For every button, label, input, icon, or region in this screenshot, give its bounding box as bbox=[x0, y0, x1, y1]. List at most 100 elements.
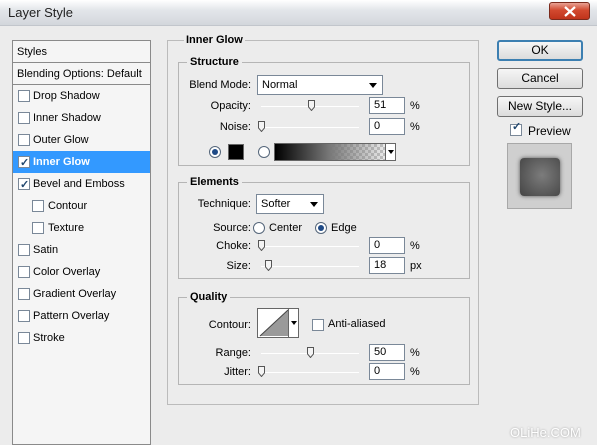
technique-value: Softer bbox=[261, 198, 291, 210]
size-unit: px bbox=[410, 260, 422, 272]
gradient-radio[interactable] bbox=[258, 146, 270, 158]
jitter-slider-handle[interactable] bbox=[258, 366, 265, 377]
opacity-input[interactable]: 51 bbox=[369, 97, 405, 114]
style-checkbox[interactable] bbox=[18, 332, 30, 344]
style-item-satin[interactable]: Satin bbox=[13, 239, 150, 261]
source-center-label: Center bbox=[269, 222, 303, 234]
style-item-contour[interactable]: Contour bbox=[13, 195, 150, 217]
style-item-label: Contour bbox=[48, 200, 88, 212]
style-item-label: Satin bbox=[33, 244, 59, 256]
cancel-button[interactable]: Cancel bbox=[497, 68, 583, 89]
style-checkbox[interactable] bbox=[18, 244, 30, 256]
style-item-inner-shadow[interactable]: Inner Shadow bbox=[13, 107, 150, 129]
preview-checkbox[interactable] bbox=[510, 120, 522, 136]
style-item-drop-shadow[interactable]: Drop Shadow bbox=[13, 85, 150, 107]
style-item-outer-glow[interactable]: Outer Glow bbox=[13, 129, 150, 151]
style-item-inner-glow[interactable]: Inner Glow bbox=[13, 151, 150, 174]
layer-style-dialog: Layer Style Styles Blending Options: Def… bbox=[0, 0, 597, 445]
contour-dropdown[interactable] bbox=[288, 309, 298, 337]
style-item-stroke[interactable]: Stroke bbox=[13, 327, 150, 349]
style-checkbox[interactable] bbox=[18, 310, 30, 322]
noise-slider[interactable] bbox=[261, 127, 359, 128]
gradient-dropdown[interactable] bbox=[385, 144, 395, 160]
style-item-label: Bevel and Emboss bbox=[33, 178, 125, 190]
anti-aliased-checkbox[interactable] bbox=[312, 319, 324, 331]
solid-color-radio[interactable] bbox=[209, 146, 221, 158]
jitter-label: Jitter: bbox=[224, 366, 251, 378]
range-slider-handle[interactable] bbox=[307, 347, 314, 358]
choke-input[interactable]: 0 bbox=[369, 237, 405, 254]
size-label: Size: bbox=[226, 260, 251, 272]
close-icon bbox=[564, 6, 576, 17]
noise-slider-handle[interactable] bbox=[258, 121, 265, 132]
choke-slider[interactable] bbox=[261, 246, 359, 247]
style-checkbox[interactable] bbox=[18, 134, 30, 146]
chevron-down-icon bbox=[310, 202, 318, 207]
style-item-label: Stroke bbox=[33, 332, 65, 344]
size-slider-handle[interactable] bbox=[264, 260, 272, 271]
close-button[interactable] bbox=[549, 2, 590, 20]
blending-options-item[interactable]: Blending Options: Default bbox=[13, 63, 150, 85]
style-checkbox[interactable] bbox=[18, 174, 30, 196]
style-item-label: Texture bbox=[48, 222, 85, 234]
styles-list: Styles Blending Options: Default Drop Sh… bbox=[12, 40, 151, 445]
source-label: Source: bbox=[213, 222, 251, 234]
choke-slider-handle[interactable] bbox=[258, 240, 265, 251]
structure-legend: Structure bbox=[187, 56, 242, 68]
opacity-slider-handle[interactable] bbox=[307, 100, 315, 111]
style-item-color-overlay[interactable]: Color Overlay bbox=[13, 261, 150, 283]
gradient-picker[interactable] bbox=[274, 143, 396, 161]
contour-picker[interactable] bbox=[257, 308, 299, 338]
noise-label: Noise: bbox=[219, 121, 251, 133]
chevron-down-icon bbox=[388, 150, 394, 154]
style-item-label: Inner Glow bbox=[33, 156, 90, 168]
technique-label: Technique: bbox=[197, 198, 251, 210]
range-label: Range: bbox=[215, 347, 251, 359]
inner-glow-panel: Inner Glow Structure Blend Mode: Normal … bbox=[167, 34, 479, 405]
style-checkbox[interactable] bbox=[32, 222, 44, 234]
style-item-bevel-and-emboss[interactable]: Bevel and Emboss bbox=[13, 173, 150, 196]
range-input[interactable]: 50 bbox=[369, 344, 405, 361]
title-bar[interactable]: Layer Style bbox=[0, 0, 597, 26]
chevron-down-icon bbox=[291, 321, 297, 325]
style-item-label: Color Overlay bbox=[33, 266, 101, 278]
style-checkbox[interactable] bbox=[18, 288, 30, 300]
size-input[interactable]: 18 bbox=[369, 257, 405, 274]
style-item-gradient-overlay[interactable]: Gradient Overlay bbox=[13, 283, 150, 305]
style-item-texture[interactable]: Texture bbox=[13, 217, 150, 239]
elements-legend: Elements bbox=[187, 176, 242, 188]
quality-group: Quality Contour: Anti-aliased Range: 50 … bbox=[178, 291, 470, 385]
glow-color-swatch[interactable] bbox=[228, 144, 244, 160]
style-checkbox[interactable] bbox=[18, 266, 30, 278]
ok-button[interactable]: OK bbox=[497, 40, 583, 61]
size-slider[interactable] bbox=[261, 266, 359, 267]
preview-label: Preview bbox=[528, 124, 571, 138]
new-style-button[interactable]: New Style... bbox=[497, 96, 583, 117]
source-edge-radio[interactable] bbox=[315, 222, 327, 234]
watermark: OLiHe.COM bbox=[510, 425, 581, 440]
style-item-label: Pattern Overlay bbox=[33, 310, 110, 322]
window-title: Layer Style bbox=[8, 5, 74, 20]
style-checkbox[interactable] bbox=[32, 200, 44, 212]
chevron-down-icon bbox=[369, 83, 377, 88]
opacity-unit: % bbox=[410, 100, 420, 112]
style-checkbox[interactable] bbox=[18, 152, 30, 174]
jitter-input[interactable]: 0 bbox=[369, 363, 405, 380]
blend-mode-label: Blend Mode: bbox=[189, 79, 251, 91]
structure-group: Structure Blend Mode: Normal Opacity: 51… bbox=[178, 56, 470, 166]
quality-legend: Quality bbox=[187, 291, 231, 303]
jitter-slider[interactable] bbox=[261, 372, 359, 373]
blend-mode-select[interactable]: Normal bbox=[257, 75, 383, 95]
style-item-label: Outer Glow bbox=[33, 134, 89, 146]
preview-thumbnail bbox=[507, 143, 572, 209]
style-checkbox[interactable] bbox=[18, 112, 30, 124]
styles-header[interactable]: Styles bbox=[13, 41, 150, 63]
style-checkbox[interactable] bbox=[18, 90, 30, 102]
source-center-radio[interactable] bbox=[253, 222, 265, 234]
style-item-pattern-overlay[interactable]: Pattern Overlay bbox=[13, 305, 150, 327]
jitter-unit: % bbox=[410, 366, 420, 378]
noise-input[interactable]: 0 bbox=[369, 118, 405, 135]
preview-swatch bbox=[520, 158, 560, 196]
technique-select[interactable]: Softer bbox=[256, 194, 324, 214]
anti-aliased-label: Anti-aliased bbox=[328, 318, 386, 330]
